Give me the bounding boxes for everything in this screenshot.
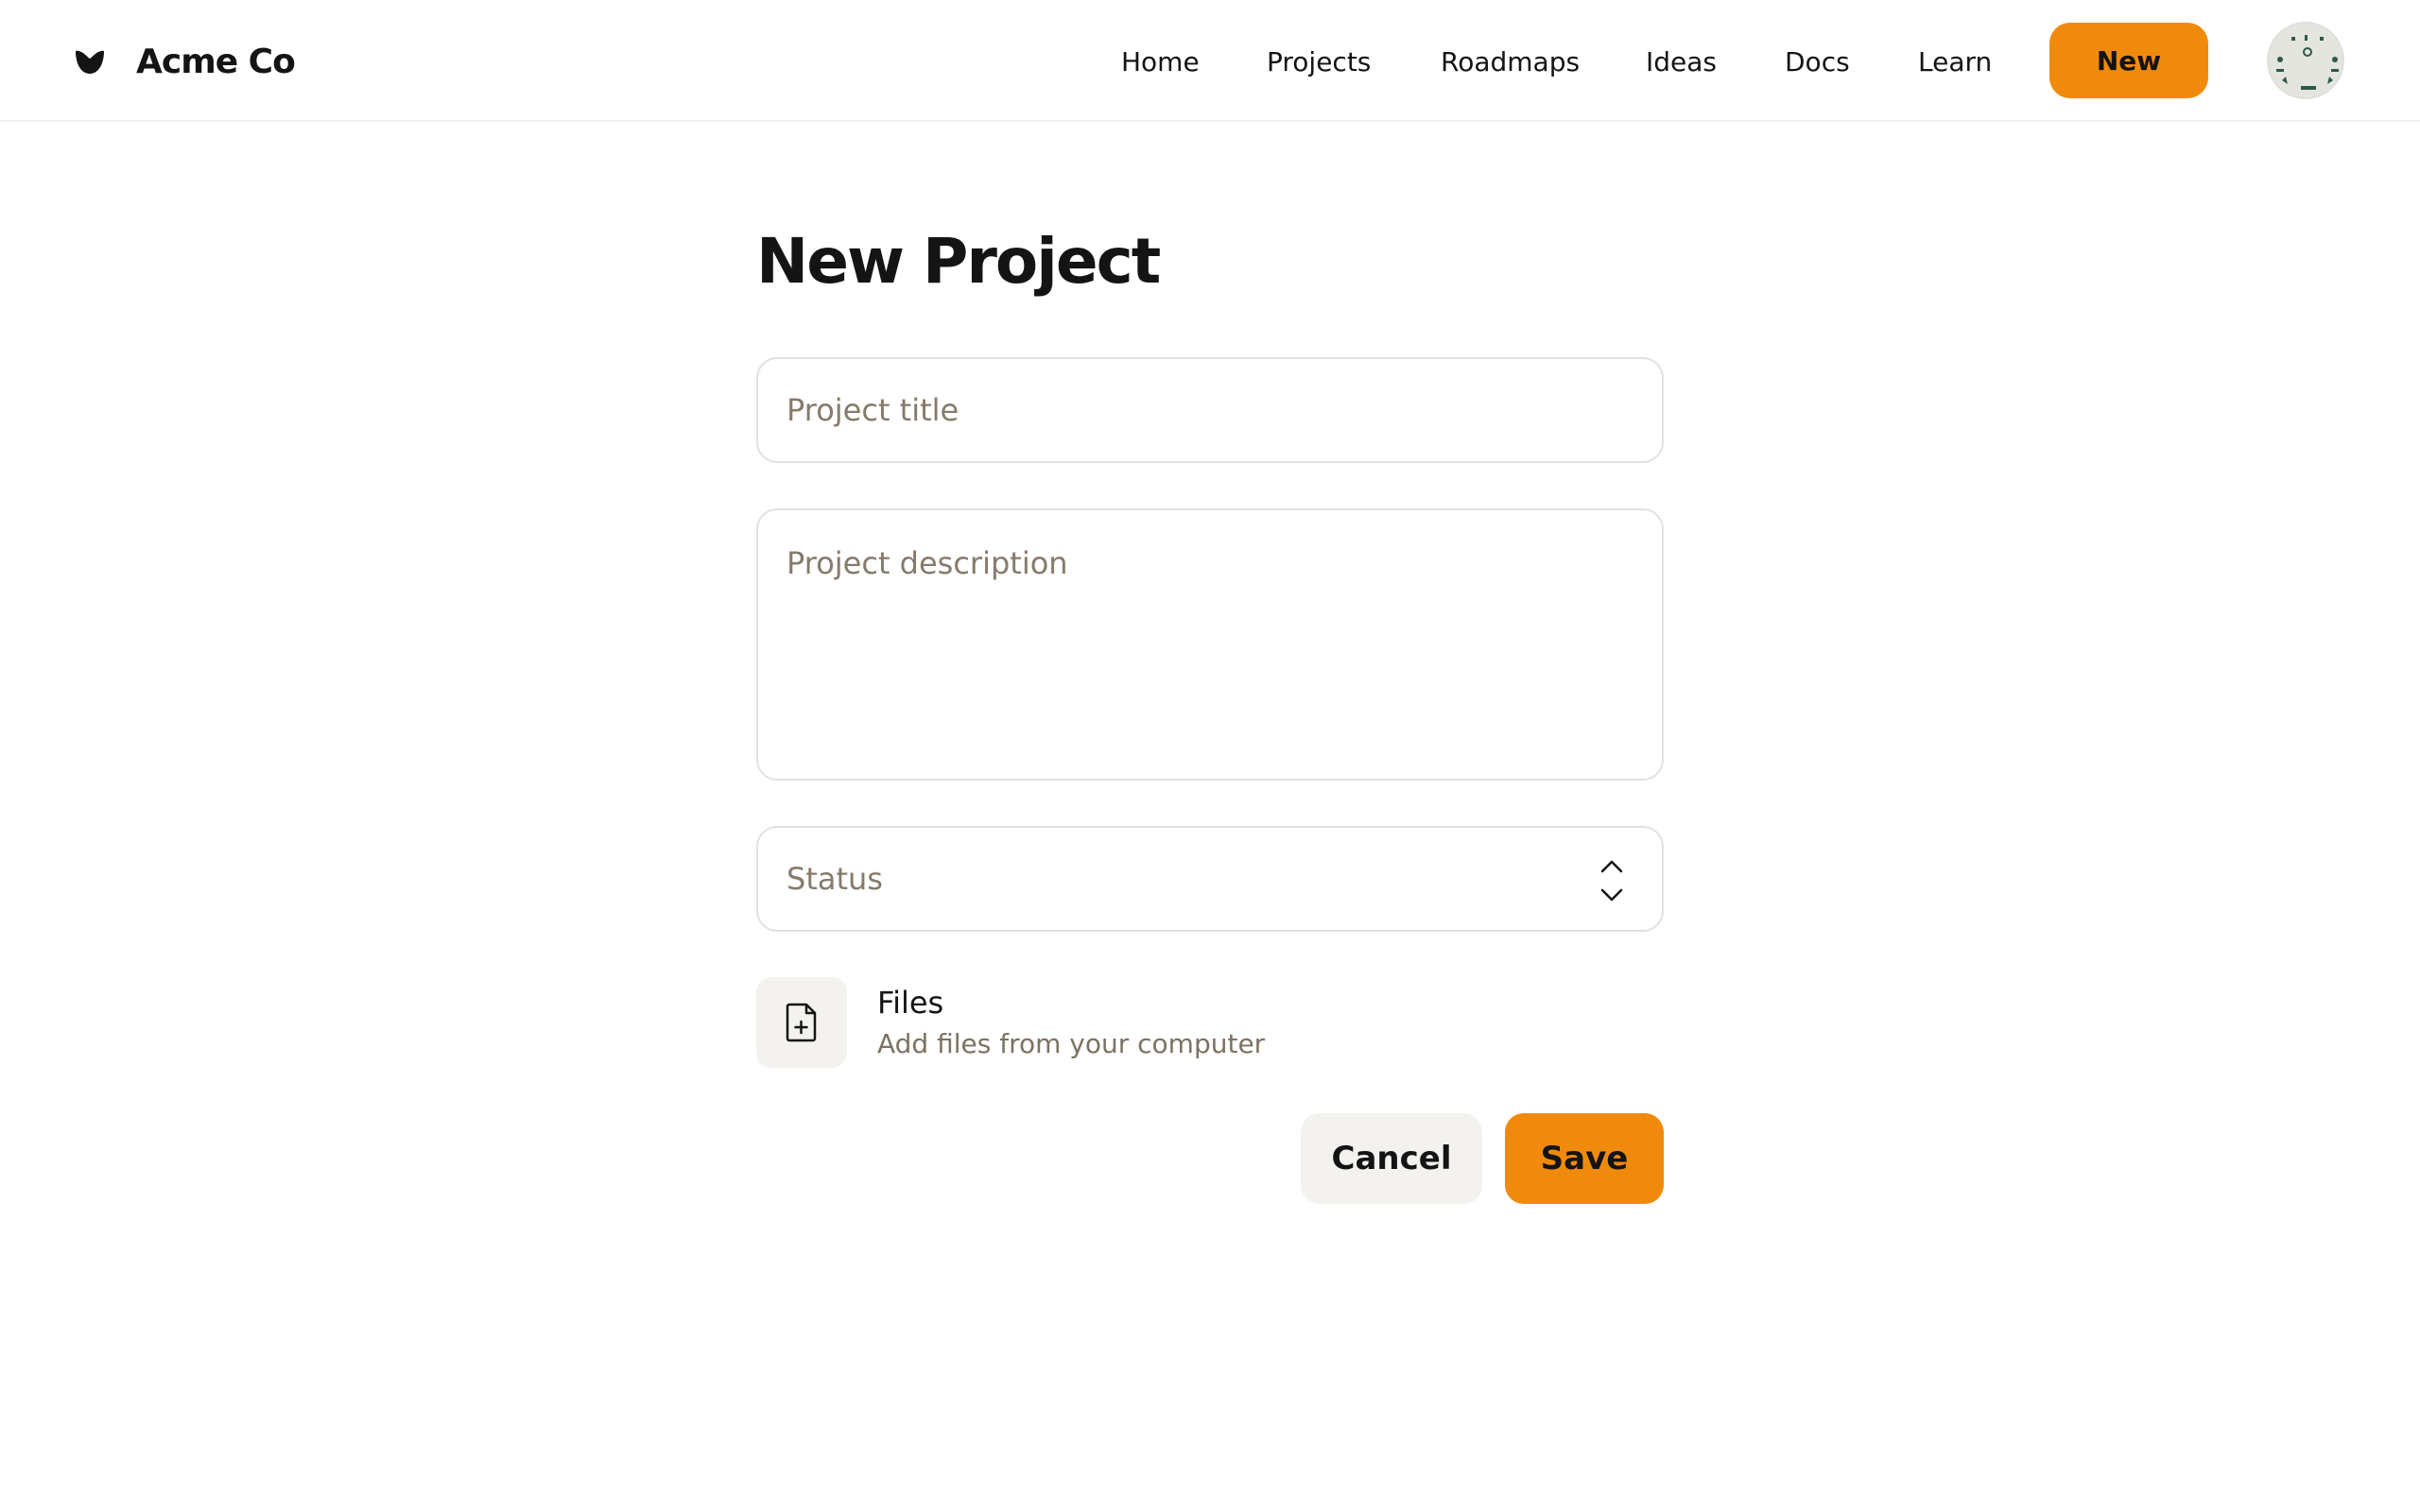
file-plus-icon — [786, 1003, 817, 1042]
cancel-button[interactable]: Cancel — [1301, 1113, 1482, 1204]
nav-home[interactable]: Home — [1121, 46, 1200, 77]
user-avatar[interactable] — [2267, 22, 2344, 99]
page-title: New Project — [756, 225, 1161, 298]
brand[interactable]: Acme Co — [74, 38, 296, 85]
project-description-input[interactable] — [756, 508, 1664, 781]
nav-ideas[interactable]: Ideas — [1646, 46, 1717, 77]
avatar-pattern-icon — [2269, 24, 2342, 97]
files-subtitle: Add files from your computer — [877, 1028, 1266, 1059]
project-title-input[interactable] — [756, 357, 1664, 463]
save-button[interactable]: Save — [1505, 1113, 1664, 1204]
nav-projects[interactable]: Projects — [1267, 46, 1371, 77]
brand-name: Acme Co — [136, 42, 296, 81]
chevron-up-down-icon — [1600, 860, 1623, 902]
top-navigation-bar: Acme Co Home Projects Roadmaps Ideas Doc… — [0, 0, 2420, 122]
files-title: Files — [877, 985, 944, 1021]
acme-logo-icon — [76, 50, 104, 74]
new-button[interactable]: New — [2049, 23, 2208, 98]
nav-docs[interactable]: Docs — [1785, 46, 1850, 77]
nav-learn[interactable]: Learn — [1918, 46, 1992, 77]
status-placeholder: Status — [786, 861, 883, 897]
status-select[interactable]: Status — [756, 826, 1664, 932]
add-files-button[interactable] — [756, 977, 847, 1068]
nav-roadmaps[interactable]: Roadmaps — [1441, 46, 1580, 77]
